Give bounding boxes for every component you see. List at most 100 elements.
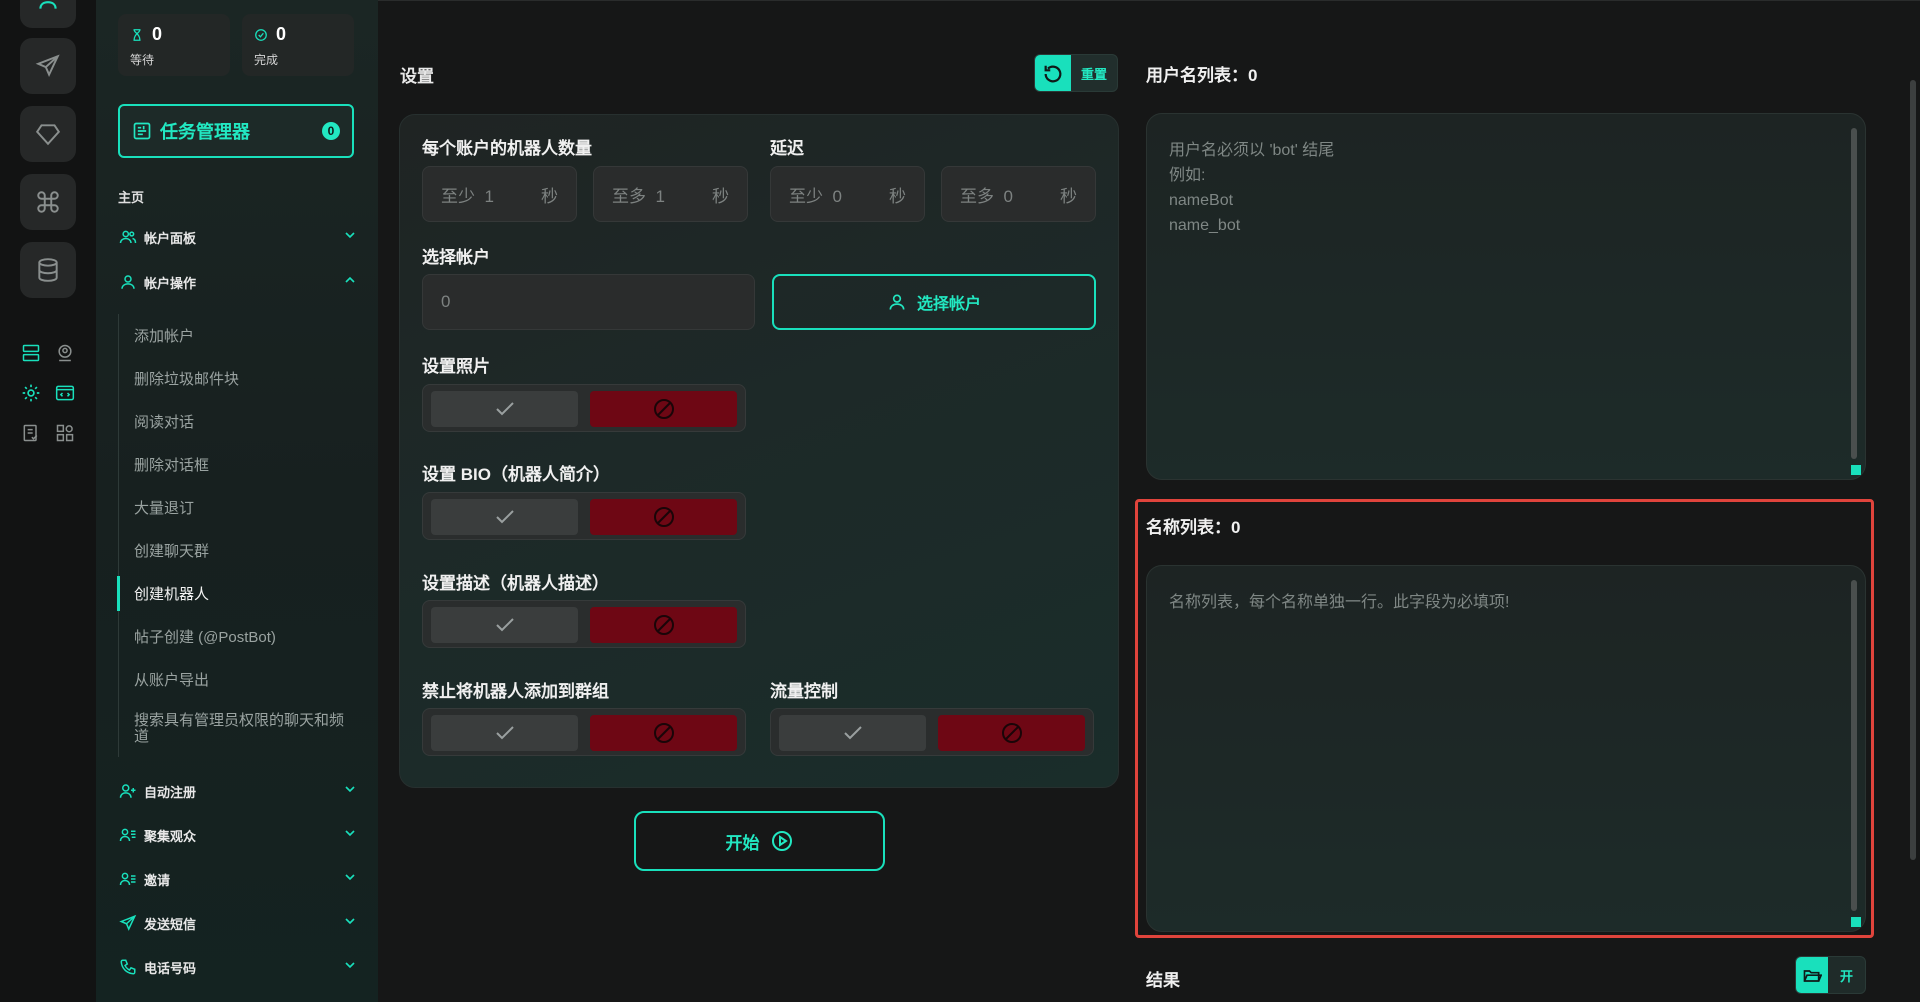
set-bio-no-button[interactable]: [590, 499, 737, 535]
sidebar-item-mass-unsubscribe[interactable]: 大量退订: [119, 486, 358, 529]
names-title: 名称列表：0: [1146, 518, 1241, 537]
sidebar-item-create-bots[interactable]: 创建机器人: [117, 572, 358, 615]
code-window-icon[interactable]: [54, 382, 76, 404]
flow-control-no-button[interactable]: [938, 715, 1085, 751]
usernames-placeholder: 用户名必须以 'bot' 结尾 例如: nameBot name_bot: [1169, 142, 1335, 234]
section-title-home: 主页: [118, 190, 145, 205]
waiting-count: 0: [152, 24, 163, 44]
sidebar-group-send-sms[interactable]: 发送短信: [118, 909, 358, 937]
user-pin-icon[interactable]: [54, 342, 76, 364]
chevron-down-icon: [342, 957, 358, 978]
open-results-label: 开: [1839, 968, 1853, 984]
check-circle-icon: [255, 28, 267, 41]
sidebar-group-account-actions[interactable]: 帐户操作: [118, 268, 358, 296]
names-scrollbar[interactable]: [1851, 580, 1857, 911]
set-description-toggle: [422, 600, 746, 648]
set-bio-toggle: [422, 492, 746, 540]
chevron-down-icon: [342, 913, 358, 934]
user-icon: [889, 294, 905, 310]
delay-min-input[interactable]: 至少 0 秒: [770, 166, 925, 222]
results-title: 结果: [1146, 971, 1180, 990]
set-description-yes-button[interactable]: [431, 607, 578, 643]
start-button[interactable]: 开始: [634, 811, 885, 871]
check-icon: [495, 618, 514, 632]
check-icon: [843, 726, 862, 740]
waiting-label: 等待: [130, 53, 155, 67]
set-bio-yes-button[interactable]: [431, 499, 578, 535]
flow-control-yes-button[interactable]: [779, 715, 926, 751]
phone-icon: [118, 957, 138, 977]
task-manager-badge: 0: [322, 122, 340, 140]
flow-control-toggle: [770, 708, 1094, 756]
done-label: 完成: [254, 53, 279, 67]
grid-shapes-icon[interactable]: [54, 422, 76, 444]
diamond-icon: [35, 124, 61, 146]
set-bio-label: 设置 BIO（机器人简介）: [422, 465, 610, 484]
page-scrollbar[interactable]: [1910, 80, 1916, 860]
done-stat: 0 完成: [242, 14, 354, 76]
bots-min-input[interactable]: 至少 1 秒: [422, 166, 577, 222]
sidebar-item-add-account[interactable]: 添加帐户: [119, 314, 358, 357]
sidebar-item-post-creation[interactable]: 帖子创建 (@PostBot): [119, 615, 358, 658]
send-icon: [118, 913, 138, 933]
rail-diamond-button[interactable]: [20, 106, 76, 162]
bots-max-input[interactable]: 至多 1 秒: [593, 166, 748, 222]
forbid-groups-no-button[interactable]: [590, 715, 737, 751]
usernames-scrollbar[interactable]: [1851, 128, 1857, 459]
ban-icon: [1001, 723, 1022, 743]
sidebar-group-account-panel[interactable]: 帐户面板: [118, 223, 358, 251]
server-list-icon[interactable]: [20, 342, 42, 364]
rail-command-button[interactable]: [20, 174, 76, 230]
app-root: 0 等待 0 完成 任务管理器 0 主页 帐户面板 帐户操作 添加帐户 删除垃圾…: [0, 0, 1920, 1002]
user-list-icon: [118, 869, 138, 889]
sidebar-item-create-group[interactable]: 创建聊天群: [119, 529, 358, 572]
top-divider: [378, 0, 1920, 1]
sidebar-item-read-dialogs[interactable]: 阅读对话: [119, 400, 358, 443]
user-plus-icon: [118, 781, 138, 801]
ban-icon: [653, 723, 674, 743]
bots-per-account-label: 每个账户的机器人数量: [422, 139, 592, 158]
settings-gear-icon[interactable]: [20, 382, 42, 404]
set-description-no-button[interactable]: [590, 607, 737, 643]
send-icon: [35, 54, 60, 78]
resize-handle[interactable]: [1851, 917, 1861, 927]
sidebar-item-search-admin-chats[interactable]: 搜索具有管理员权限的聊天和频道: [119, 701, 358, 757]
usernames-title: 用户名列表：0: [1146, 66, 1258, 85]
hourglass-icon: [133, 28, 141, 41]
reset-label: 重置: [1080, 66, 1107, 82]
open-results-button[interactable]: 开: [1795, 956, 1866, 994]
sidebar-group-invite[interactable]: 邀请: [118, 865, 358, 893]
sidebar-item-export-from-account[interactable]: 从账户导出: [119, 658, 358, 701]
icon-rail: [0, 0, 96, 1002]
check-icon: [495, 402, 514, 416]
chevron-up-icon: [342, 272, 358, 293]
database-icon: [38, 258, 58, 282]
sidebar-item-remove-spam-block[interactable]: 删除垃圾邮件块: [119, 357, 358, 400]
select-account-button[interactable]: 选择帐户: [772, 274, 1096, 330]
sidebar-group-gather-audience[interactable]: 聚集观众: [118, 821, 358, 849]
set-photo-no-button[interactable]: [590, 391, 737, 427]
users-icon: [118, 227, 138, 247]
rail-user-button[interactable]: [20, 0, 76, 28]
selected-account-count-field[interactable]: 0: [422, 274, 755, 330]
sidebar-group-phone-numbers[interactable]: 电话号码: [118, 953, 358, 981]
forbid-groups-label: 禁止将机器人添加到群组: [422, 682, 609, 701]
resize-handle[interactable]: [1851, 465, 1861, 475]
set-photo-yes-button[interactable]: [431, 391, 578, 427]
task-list-icon[interactable]: [20, 422, 42, 444]
forbid-groups-yes-button[interactable]: [431, 715, 578, 751]
waiting-stat: 0 等待: [118, 14, 230, 76]
delay-max-input[interactable]: 至多 0 秒: [941, 166, 1096, 222]
reset-button[interactable]: 重置: [1034, 54, 1118, 92]
task-manager-button[interactable]: 任务管理器 0: [118, 104, 354, 158]
sidebar-group-auto-register[interactable]: 自动注册: [118, 777, 358, 805]
sidebar-item-delete-dialogs[interactable]: 删除对话框: [119, 443, 358, 486]
ban-icon: [653, 507, 674, 527]
start-button-label: 开始: [725, 833, 760, 853]
names-textarea[interactable]: 名称列表，每个名称单独一行。此字段为必填项!: [1146, 565, 1866, 932]
task-manager-label: 任务管理器: [160, 122, 250, 142]
rail-database-button[interactable]: [20, 242, 76, 298]
set-photo-toggle: [422, 384, 746, 432]
usernames-textarea[interactable]: 用户名必须以 'bot' 结尾 例如: nameBot name_bot: [1146, 113, 1866, 480]
rail-send-button[interactable]: [20, 38, 76, 94]
